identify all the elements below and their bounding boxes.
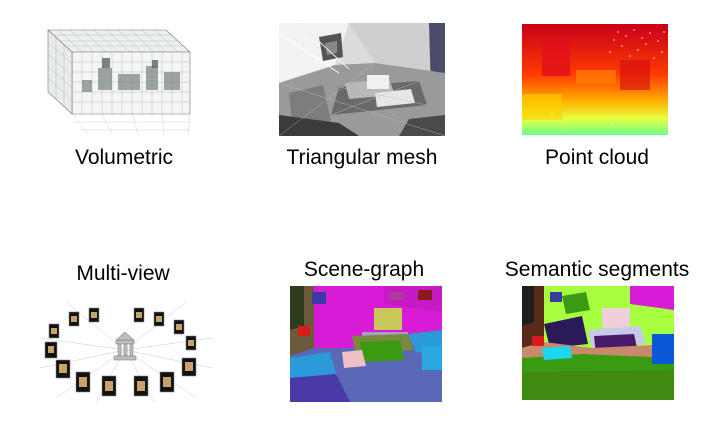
label-volumetric: Volumetric	[74, 146, 174, 169]
label-multi-view: Multi-view	[76, 262, 170, 285]
point-cloud-image	[522, 24, 668, 135]
label-scene-graph: Scene-graph	[303, 258, 425, 281]
label-semantic-segments: Semantic segments	[504, 258, 690, 281]
multi-view-image	[36, 298, 214, 402]
semantic-segments-image	[522, 286, 674, 400]
triangular-mesh-image	[279, 23, 445, 136]
label-triangular-mesh: Triangular mesh	[286, 146, 438, 169]
label-point-cloud: Point cloud	[545, 146, 649, 169]
volumetric-image	[38, 22, 198, 140]
scene-graph-image	[290, 286, 442, 402]
